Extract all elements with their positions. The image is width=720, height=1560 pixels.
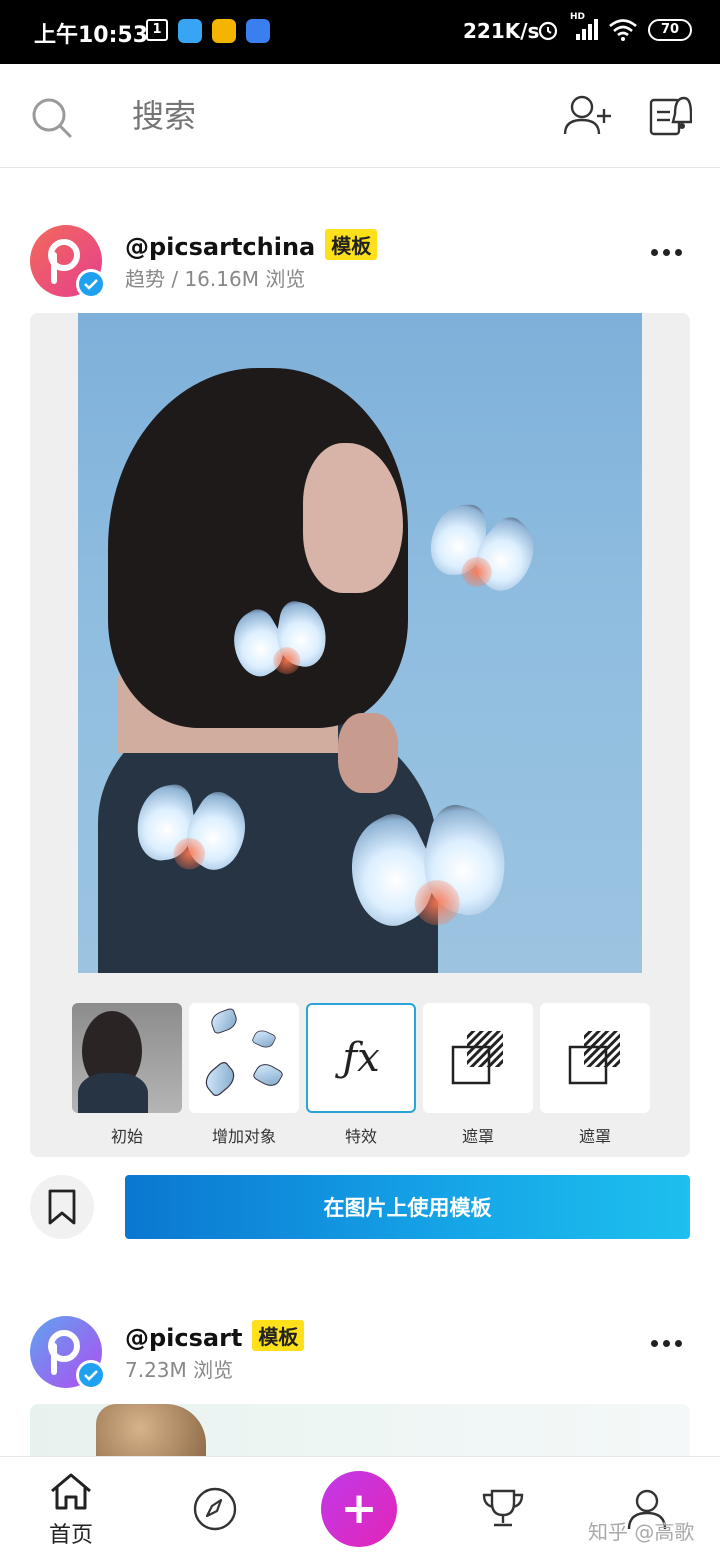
step-thumbnail (540, 1003, 650, 1113)
watermark: 知乎 @高歌 (588, 1520, 695, 1544)
username[interactable]: @picsart 模板 (125, 1320, 305, 1352)
step-add-objects[interactable]: 增加对象 (189, 1003, 299, 1147)
mail-notification-icon (212, 19, 236, 43)
bookmark-icon (48, 1189, 76, 1225)
step-original[interactable]: 初始 (72, 1003, 182, 1147)
fx-icon: ƒx (306, 1003, 416, 1113)
step-thumbnail (72, 1003, 182, 1113)
template-tag: 模板 (252, 1320, 305, 1351)
wifi-icon (609, 19, 637, 41)
chat-notification-icon (178, 19, 202, 43)
nav-home[interactable]: 首页 (36, 1471, 106, 1549)
step-label: 遮罩 (461, 1127, 494, 1146)
nav-home-label: 首页 (48, 1523, 93, 1548)
username[interactable]: @picsartchina 模板 (125, 229, 378, 261)
post-meta: 趋势 / 16.16M 浏览 (125, 267, 306, 291)
step-label: 遮罩 (578, 1127, 611, 1146)
step-label: 特效 (344, 1127, 377, 1146)
avatar[interactable] (30, 225, 106, 299)
home-icon (51, 1473, 91, 1510)
alarm-icon (538, 21, 558, 41)
mask-icon (451, 1031, 503, 1085)
more-options-icon[interactable] (651, 1340, 682, 1347)
post-image[interactable] (30, 1404, 690, 1464)
step-mask[interactable]: 遮罩 (540, 1003, 650, 1147)
mask-icon (568, 1031, 620, 1085)
step-effects[interactable]: ƒx 特效 (306, 1003, 416, 1147)
step-thumbnail (189, 1003, 299, 1113)
trophy-icon (482, 1489, 524, 1527)
post-meta: 7.23M 浏览 (125, 1358, 234, 1382)
username-text: @picsartchina (125, 233, 316, 261)
compass-icon (193, 1487, 237, 1531)
step-label: 初始 (110, 1127, 143, 1146)
status-bar: 上午10:53 1 221K/s HD 70 (0, 0, 720, 64)
search-input[interactable] (132, 94, 432, 138)
post-image[interactable] (78, 313, 642, 973)
template-card: 初始 增加对象 ƒx 特效 遮罩 遮罩 (30, 313, 690, 1157)
post-header: @picsartchina 模板 趋势 / 16.16M 浏览 (30, 225, 690, 305)
network-speed: 221K/s (463, 19, 540, 43)
template-steps: 初始 增加对象 ƒx 特效 遮罩 遮罩 (72, 1003, 652, 1153)
sim-icon: 1 (146, 19, 168, 41)
template-tag: 模板 (325, 229, 378, 260)
nav-challenges[interactable] (468, 1485, 538, 1537)
nav-explore[interactable] (180, 1485, 250, 1537)
search-icon[interactable] (30, 96, 74, 140)
use-template-button[interactable]: 在图片上使用模板 (125, 1175, 690, 1239)
status-time: 上午10:53 (34, 23, 149, 48)
add-user-icon[interactable] (562, 94, 614, 138)
avatar[interactable] (30, 1316, 106, 1390)
verified-badge-icon (76, 269, 106, 299)
step-mask[interactable]: 遮罩 (423, 1003, 533, 1147)
bookmark-button[interactable] (30, 1175, 94, 1239)
verified-badge-icon (76, 1360, 106, 1390)
battery-icon: 70 (648, 19, 692, 41)
username-text: @picsart (125, 1324, 243, 1352)
step-thumbnail (423, 1003, 533, 1113)
more-options-icon[interactable] (651, 249, 682, 256)
create-button[interactable]: + (321, 1471, 397, 1547)
notifications-icon[interactable] (648, 92, 692, 138)
signal-icon: HD (570, 12, 598, 42)
post-actions: 在图片上使用模板 (30, 1175, 690, 1241)
step-label: 增加对象 (211, 1127, 276, 1146)
post-header: @picsart 模板 7.23M 浏览 (30, 1316, 690, 1396)
app-header (0, 64, 720, 168)
baidu-notification-icon (246, 19, 270, 43)
